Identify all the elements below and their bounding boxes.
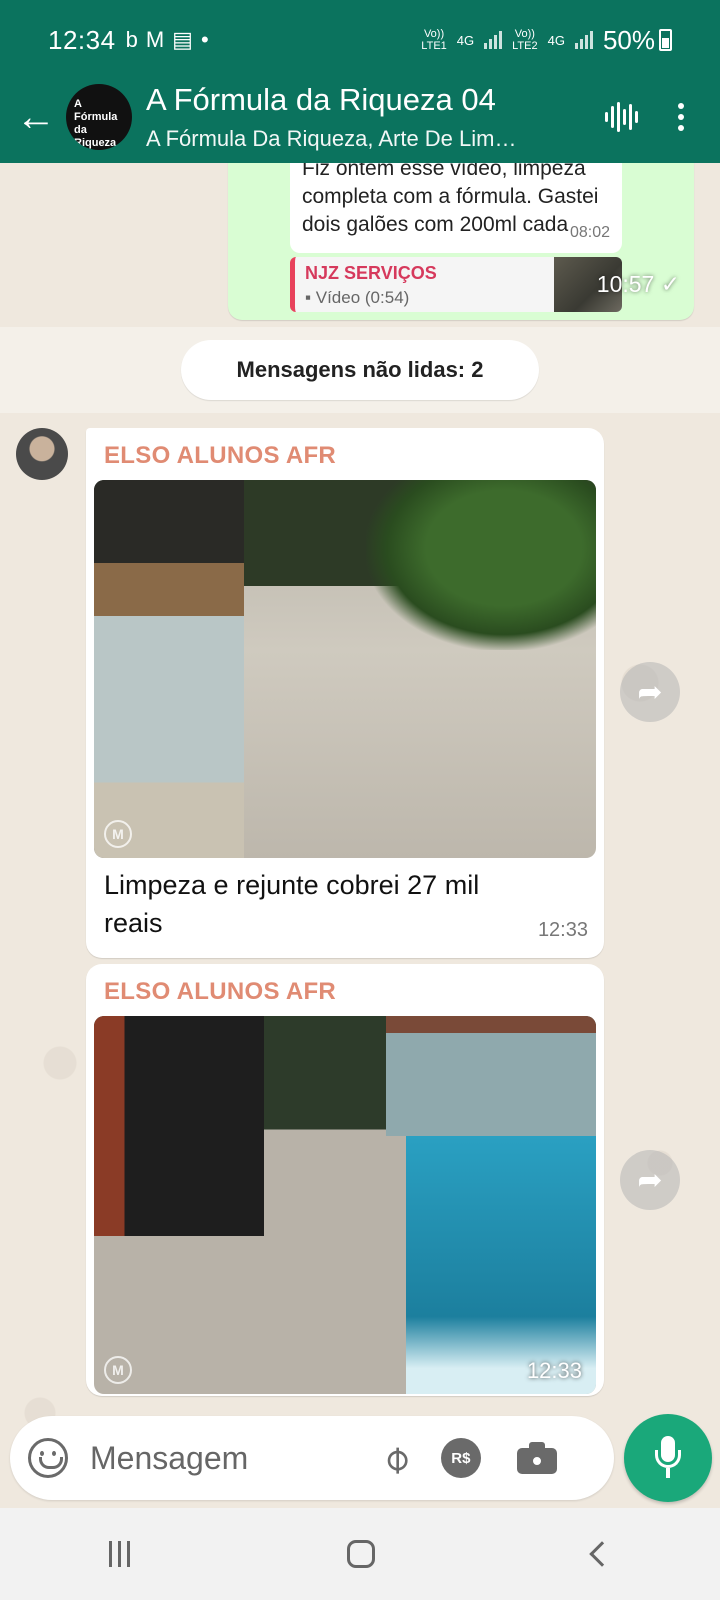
message-input[interactable] bbox=[90, 1439, 360, 1477]
sim1-volte: Vo)) bbox=[423, 28, 445, 40]
payment-button[interactable]: R$ bbox=[440, 1438, 481, 1478]
camera-watermark-icon: M bbox=[104, 1356, 132, 1384]
photo-content bbox=[94, 1016, 264, 1236]
sim1-indicator: Vo)) LTE1 bbox=[421, 28, 446, 52]
quoted-message[interactable]: Fiz ontem esse vídeo, limpeza completa c… bbox=[290, 163, 622, 253]
voice-chat-icon[interactable] bbox=[605, 102, 638, 132]
dot-icon: • bbox=[200, 27, 209, 52]
message-caption: Limpeza e rejunte cobrei 27 mil reais bbox=[104, 866, 564, 942]
signal-icon bbox=[484, 31, 503, 49]
back-nav-icon[interactable] bbox=[589, 1541, 615, 1567]
message-photo[interactable]: M 12:33 bbox=[94, 1016, 596, 1394]
app-header: 12:34 b M ▤ • Vo)) LTE1 4G Vo)) LTE2 4G … bbox=[0, 0, 720, 163]
message-composer: ⌀ R$ bbox=[10, 1416, 614, 1500]
system-navigation-bar bbox=[0, 1508, 720, 1600]
camera-icon[interactable] bbox=[516, 1442, 557, 1474]
sim1-network: 4G bbox=[456, 32, 475, 48]
chat-header: ← A Fórmula da Riqueza A Fórmula da Riqu… bbox=[0, 72, 720, 162]
photo-content bbox=[406, 1136, 596, 1394]
status-right: Vo)) LTE1 4G Vo)) LTE2 4G 50% bbox=[421, 25, 672, 56]
quoted-message-text: Fiz ontem esse vídeo, limpeza completa c… bbox=[302, 163, 599, 236]
sim1-lte: LTE1 bbox=[421, 40, 447, 52]
photo-content bbox=[366, 480, 596, 650]
message-time: 12:33 bbox=[526, 1358, 582, 1383]
chat-title: A Fórmula da Riqueza 04 bbox=[146, 82, 496, 117]
photo-content bbox=[94, 480, 244, 858]
home-icon[interactable] bbox=[347, 1540, 376, 1568]
gmail-icon: M bbox=[145, 27, 165, 52]
scrolled-message-area: Fiz ontem esse vídeo, limpeza completa c… bbox=[0, 163, 720, 323]
sim2-volte: Vo)) bbox=[514, 28, 535, 40]
group-avatar[interactable]: A Fórmula da Riqueza bbox=[66, 84, 132, 150]
notification-icons: b M ▤ • bbox=[126, 27, 209, 53]
avatar-text: A Fórmula da bbox=[74, 98, 118, 136]
forward-icon: ➦ bbox=[637, 675, 663, 709]
forward-button[interactable]: ➦ bbox=[620, 662, 680, 722]
avatar-text: Riqueza bbox=[74, 137, 117, 149]
more-options-icon[interactable] bbox=[678, 103, 684, 131]
calendar-icon: ▤ bbox=[172, 27, 193, 52]
battery-level: 50% bbox=[602, 24, 655, 55]
battery-indicator: 50% bbox=[603, 25, 672, 56]
incoming-message[interactable]: ELSO ALUNOS AFR M Limpeza e rejunte cobr… bbox=[86, 428, 604, 958]
sender-avatar[interactable] bbox=[16, 428, 68, 480]
attach-icon[interactable]: ⌀ bbox=[371, 1434, 419, 1482]
battery-icon bbox=[659, 29, 672, 51]
mic-button[interactable] bbox=[624, 1414, 712, 1502]
chat-subtitle: A Fórmula Da Riqueza, Arte De Lim… bbox=[146, 126, 517, 151]
caption-line: reais bbox=[104, 908, 163, 938]
incoming-message[interactable]: ELSO ALUNOS AFR M 12:33 bbox=[86, 964, 604, 1396]
message-photo[interactable]: M bbox=[94, 480, 596, 858]
emoji-icon[interactable] bbox=[28, 1438, 68, 1478]
status-time: 12:34 bbox=[48, 24, 116, 55]
status-bar: 12:34 b M ▤ • Vo)) LTE1 4G Vo)) LTE2 4G … bbox=[0, 0, 720, 80]
reply-quote-type-label: Vídeo (0:54) bbox=[315, 288, 410, 307]
outgoing-message-time: 10:57 ✓ bbox=[596, 271, 680, 297]
photo-content bbox=[386, 1016, 596, 1136]
recent-apps-icon[interactable] bbox=[108, 1541, 130, 1567]
back-button[interactable]: ← bbox=[6, 87, 66, 147]
chat-info[interactable]: A Fórmula da Riqueza 04 A Fórmula Da Riq… bbox=[146, 82, 566, 152]
microphone-icon bbox=[653, 1436, 683, 1480]
quoted-message-time: 08:02 bbox=[569, 224, 610, 241]
sim2-lte: LTE2 bbox=[512, 40, 538, 52]
caption-line: Limpeza e rejunte cobrei 27 mil bbox=[104, 870, 480, 900]
message-time: 12:33 bbox=[537, 919, 588, 941]
forward-icon: ➦ bbox=[637, 1163, 663, 1197]
camera-watermark-icon: M bbox=[104, 820, 132, 848]
sender-name[interactable]: ELSO ALUNOS AFR bbox=[104, 442, 336, 470]
sim2-indicator: Vo)) LTE2 bbox=[512, 28, 537, 52]
unread-badge: Mensagens não lidas: 2 bbox=[181, 340, 539, 400]
arrow-left-icon: ← bbox=[16, 94, 56, 139]
sender-name[interactable]: ELSO ALUNOS AFR bbox=[104, 978, 336, 1006]
forward-button[interactable]: ➦ bbox=[620, 1150, 680, 1210]
bing-icon: b bbox=[125, 27, 138, 52]
sim2-network: 4G bbox=[547, 32, 565, 48]
signal-icon bbox=[574, 31, 593, 49]
header-actions bbox=[605, 102, 684, 132]
